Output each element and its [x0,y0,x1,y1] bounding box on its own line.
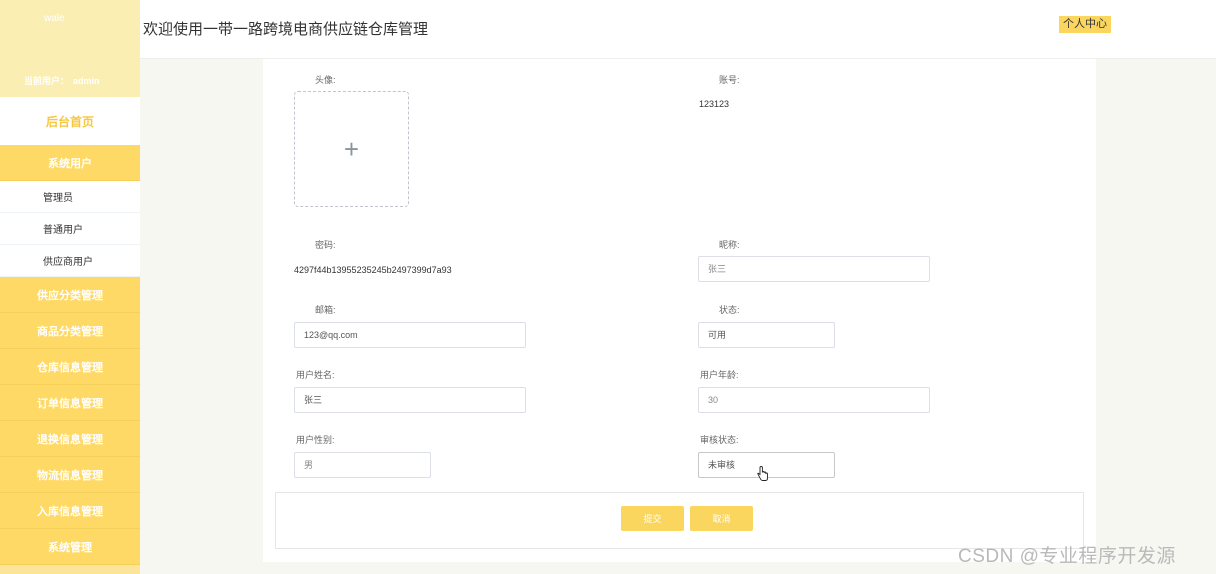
realname-label: 用户姓名: [296,370,335,380]
hand-pointer-icon [757,466,768,481]
gender-label: 用户性别: [296,435,335,445]
status-field[interactable]: 可用 [698,322,835,348]
menu-system-users[interactable]: 系统用户 [0,145,140,181]
realname-field[interactable]: 张三 [294,387,526,413]
submit-button[interactable]: 提交 [621,506,684,531]
menu-product-category[interactable]: 商品分类管理 [0,313,140,349]
menu-sub-normal-users[interactable]: 普通用户 [0,213,140,245]
account-value: 123123 [699,99,730,109]
menu-logistics-info[interactable]: 物流信息管理 [0,457,140,493]
age-label: 用户年龄: [700,370,739,380]
user-center-button[interactable]: 个人中心 [1059,16,1111,33]
menu-inbound-info[interactable]: 入库信息管理 [0,493,140,529]
avatar-label: 头像: [315,75,336,85]
age-field[interactable]: 30 [698,387,930,413]
menu-order-info[interactable]: 订单信息管理 [0,385,140,421]
avatar-uploader[interactable]: + [294,91,409,207]
page-title: 欢迎使用一带一路跨境电商供应链仓库管理 [143,21,429,38]
email-field[interactable]: 123@qq.com [294,322,526,348]
menu-return-info[interactable]: 退换信息管理 [0,421,140,457]
email-label: 邮箱: [315,305,336,315]
top-header: 欢迎使用一带一路跨境电商供应链仓库管理 个人中心 [140,0,1216,59]
current-user-label: 当前用户： [24,76,70,86]
logo: wale [44,13,65,24]
watermark: CSDN @专业程序开发源 [958,546,1176,567]
current-user-name: admin [73,76,100,86]
password-label: 密码: [315,240,336,250]
menu-sub-supplier-users[interactable]: 供应商用户 [0,245,140,277]
sidebar: wale 当前用户： admin 后台首页 系统用户 管理员 普通用户 供应商用户… [0,0,140,574]
menu-home[interactable]: 后台首页 [0,97,140,145]
cancel-button[interactable]: 取消 [690,506,753,531]
menu-warehouse-info[interactable]: 仓库信息管理 [0,349,140,385]
nickname-label: 昵称: [719,240,740,250]
status-label: 状态: [719,305,740,315]
menu-supply-category[interactable]: 供应分类管理 [0,277,140,313]
nickname-field[interactable]: 张三 [698,256,930,282]
menu-system-management[interactable]: 系统管理 [0,529,140,565]
sidebar-header: wale 当前用户： admin [0,0,140,97]
plus-icon: + [343,134,360,164]
profile-form: 头像: + 账号: 123123 密码: 4297f44b13955235245… [263,59,1096,562]
account-label: 账号: [719,75,740,85]
gender-field[interactable]: 男 [294,452,431,478]
menu-sub-admin[interactable]: 管理员 [0,181,140,213]
password-value: 4297f44b13955235245b2497399d7a93 [294,265,452,275]
current-user: 当前用户： admin [20,74,100,87]
audit-label: 审核状态: [700,435,739,445]
